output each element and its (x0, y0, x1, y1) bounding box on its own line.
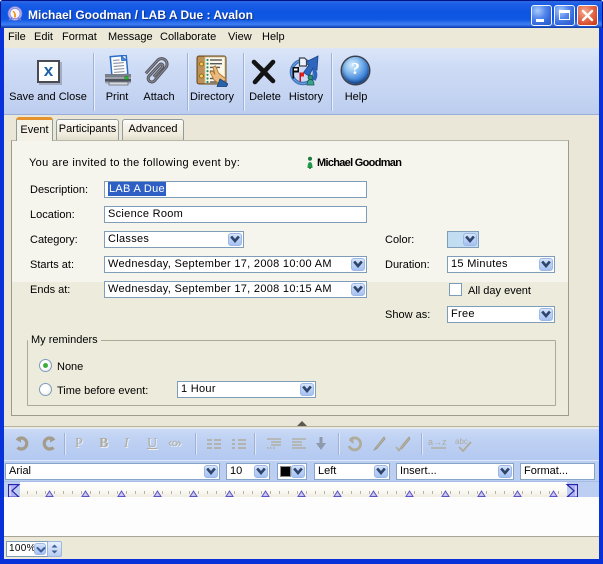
svg-text:a→z: a→z (428, 437, 447, 447)
svg-text:abc: abc (455, 437, 468, 446)
